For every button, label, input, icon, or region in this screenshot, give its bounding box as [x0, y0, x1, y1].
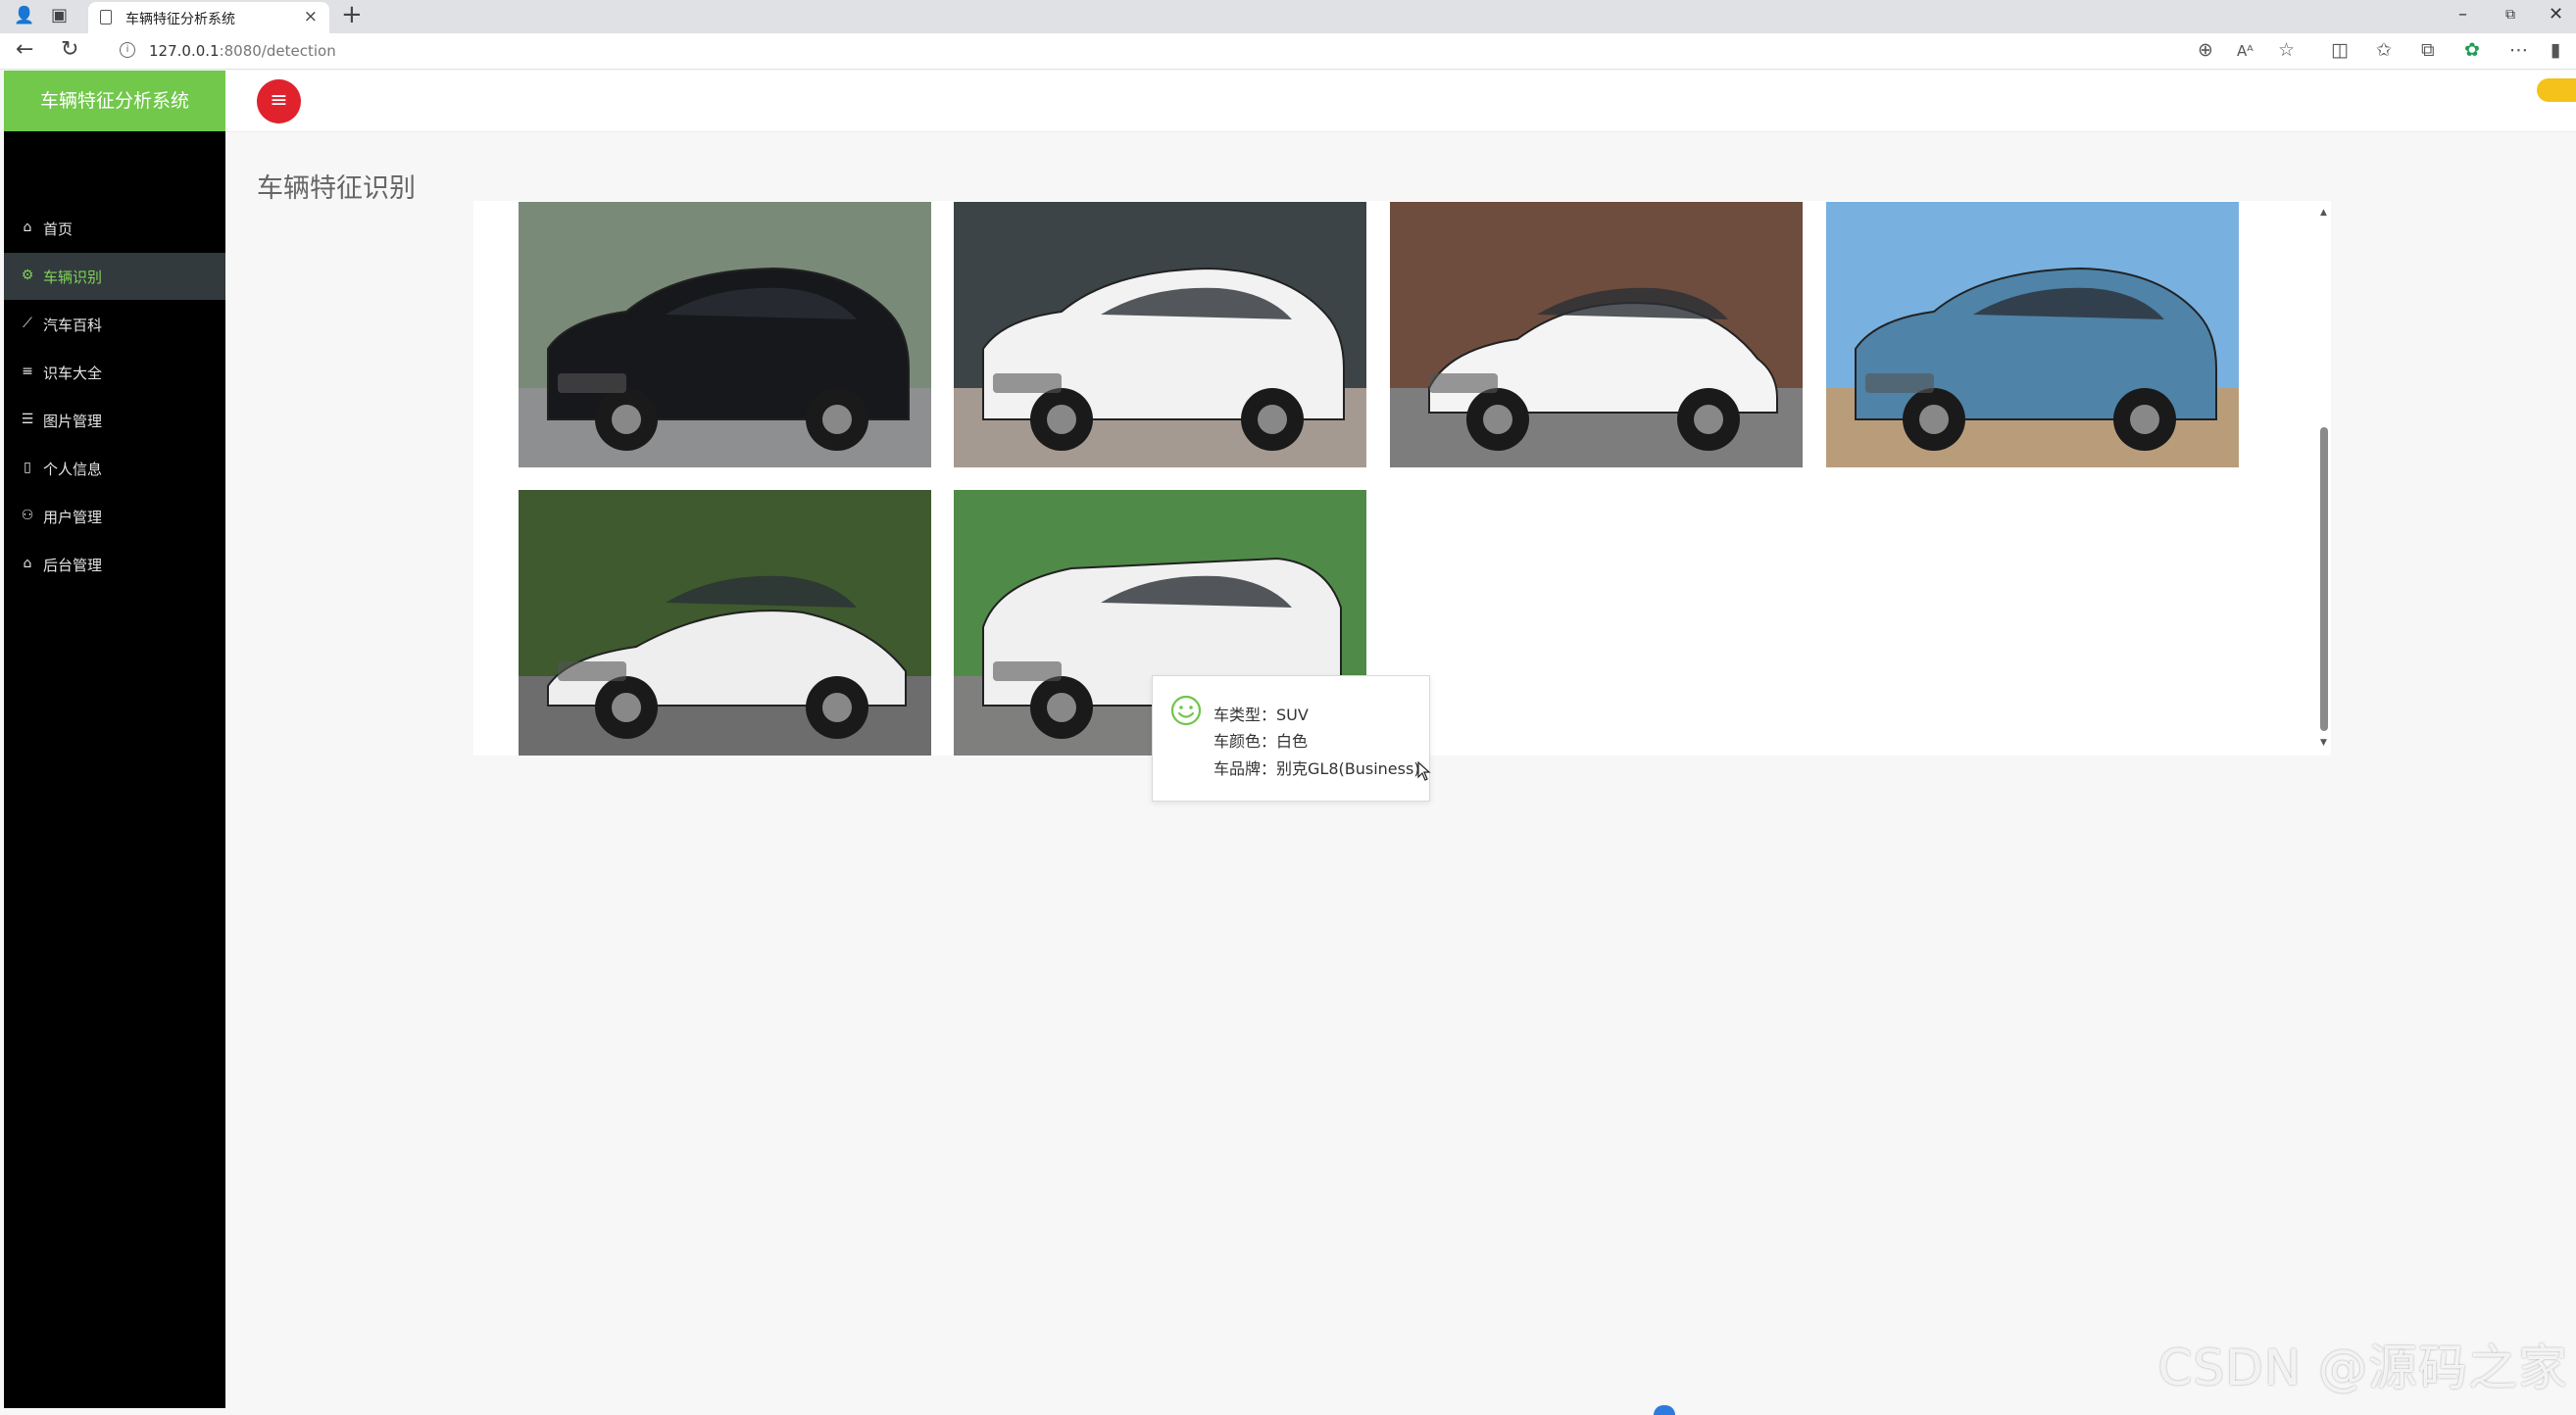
reload-icon[interactable]: ↻ [61, 37, 78, 62]
sidebar-item-label: 用户管理 [43, 509, 103, 526]
menu-toggle-button[interactable]: ≡ [257, 79, 301, 123]
white-sedan-image[interactable] [1390, 202, 1803, 467]
sidebar-item-3[interactable]: ≡ 识车大全 [4, 349, 225, 396]
url-host: 127.0.0.1 [149, 42, 220, 60]
sidebar-item-label: 汽车百科 [43, 317, 103, 334]
restore-icon[interactable]: ⧉ [2505, 7, 2515, 23]
more-icon[interactable]: ⋯ [2509, 39, 2528, 61]
zoom-icon[interactable]: ⊕ [2198, 39, 2213, 61]
list-icon: ☰ [21, 412, 34, 427]
sidebar-item-label: 后台管理 [43, 557, 103, 574]
home-icon: ⌂ [23, 220, 32, 235]
browser-tab-strip: 👤 ▣ 车辆特征分析系统 × + – ⧉ ✕ [0, 0, 2576, 33]
extension-icon[interactable]: ✿ [2464, 39, 2480, 61]
mouse-cursor-icon [1417, 761, 1431, 781]
sidebar-item-6[interactable]: ⚇ 用户管理 [4, 493, 225, 540]
close-window-icon[interactable]: ✕ [2549, 4, 2563, 24]
white-supercar-image[interactable] [519, 490, 931, 756]
favorite-icon[interactable]: ☆ [2278, 39, 2295, 61]
browser-tab[interactable]: 车辆特征分析系统 × [88, 2, 329, 33]
sidebar-item-7[interactable]: ⌂ 后台管理 [4, 541, 225, 588]
blue-offroad-image[interactable] [1826, 202, 2239, 467]
collections-icon[interactable]: ⧉ [2421, 39, 2435, 61]
taskbar-indicator [1654, 1405, 1675, 1415]
read-aloud-icon[interactable]: Aᴬ [2237, 42, 2254, 60]
sidebar-item-0[interactable]: ⌂ 首页 [4, 205, 225, 252]
list-icon: ≡ [22, 364, 33, 379]
sidebar-item-1[interactable]: ⚙ 车辆识别 [4, 253, 225, 300]
scrollbar-thumb[interactable] [2320, 427, 2328, 731]
recognition-tooltip: 车类型：SUV 车颜色：白色 车品牌：别克GL8(Business) [1152, 675, 1430, 802]
site-info-icon[interactable]: i [120, 42, 135, 58]
sidebar-item-label: 车辆识别 [43, 268, 103, 286]
sidebar-item-4[interactable]: ☰ 图片管理 [4, 397, 225, 444]
scroll-down-arrow[interactable]: ▼ [2320, 738, 2327, 748]
avatar[interactable] [2537, 78, 2576, 102]
settings-icon: ⚙ [21, 268, 34, 283]
sidebar-toggle-icon[interactable]: ▮ [2551, 39, 2560, 61]
sidebar-item-label: 个人信息 [43, 461, 103, 478]
car-brand-text: 车品牌：别克GL8(Business) [1214, 759, 1420, 778]
home-icon: ⌂ [23, 556, 32, 571]
sidebar-item-label: 首页 [43, 220, 74, 238]
chart-icon: ⟋ [23, 316, 32, 331]
car-color-text: 车颜色：白色 [1214, 732, 1309, 751]
url-path: :8080/detection [219, 42, 336, 60]
watermark: CSDN @源码之家 [2157, 1340, 2568, 1396]
users-icon: ⚇ [21, 508, 34, 523]
close-tab-icon[interactable]: × [304, 7, 318, 26]
scroll-up-arrow[interactable]: ▲ [2320, 208, 2327, 218]
back-icon[interactable]: ← [16, 37, 33, 62]
favorites-icon[interactable]: ✩ [2376, 39, 2392, 61]
car-type-text: 车类型：SUV [1214, 706, 1309, 724]
minimize-icon[interactable]: – [2458, 4, 2467, 24]
top-bar: ≡ [225, 71, 2576, 132]
profile-icon[interactable]: 👤 [14, 6, 34, 25]
tab-title: 车辆特征分析系统 [125, 12, 235, 27]
sidebar-item-5[interactable]: ▯ 个人信息 [4, 445, 225, 492]
new-tab-icon[interactable]: + [341, 0, 363, 29]
smile-icon [1170, 695, 1202, 726]
page-icon [100, 10, 112, 24]
phone-icon: ▯ [24, 460, 31, 475]
url-field[interactable]: 127.0.0.1:8080/detection [149, 42, 336, 60]
app-brand: 车辆特征分析系统 [4, 71, 225, 131]
address-bar: ← ↻ i 127.0.0.1:8080/detection ⊕ Aᴬ ☆ ◫ … [0, 33, 2576, 70]
page-title: 车辆特征识别 [257, 173, 416, 204]
tab-actions-icon[interactable]: ▣ [51, 5, 68, 25]
sidebar-item-2[interactable]: ⟋ 汽车百科 [4, 301, 225, 348]
white-crossover-image[interactable] [954, 202, 1366, 467]
sidebar-item-label: 识车大全 [43, 365, 103, 382]
sidebar: 车辆特征分析系统 ⌂ 首页 ⚙ 车辆识别 ⟋ 汽车百科 ≡ 识车大全 ☰ 图片管理 ▯ 个人信息 ⚇ 用户… [4, 71, 225, 1408]
split-screen-icon[interactable]: ◫ [2331, 39, 2349, 61]
sidebar-item-label: 图片管理 [43, 413, 103, 430]
black-suv-image[interactable] [519, 202, 931, 467]
